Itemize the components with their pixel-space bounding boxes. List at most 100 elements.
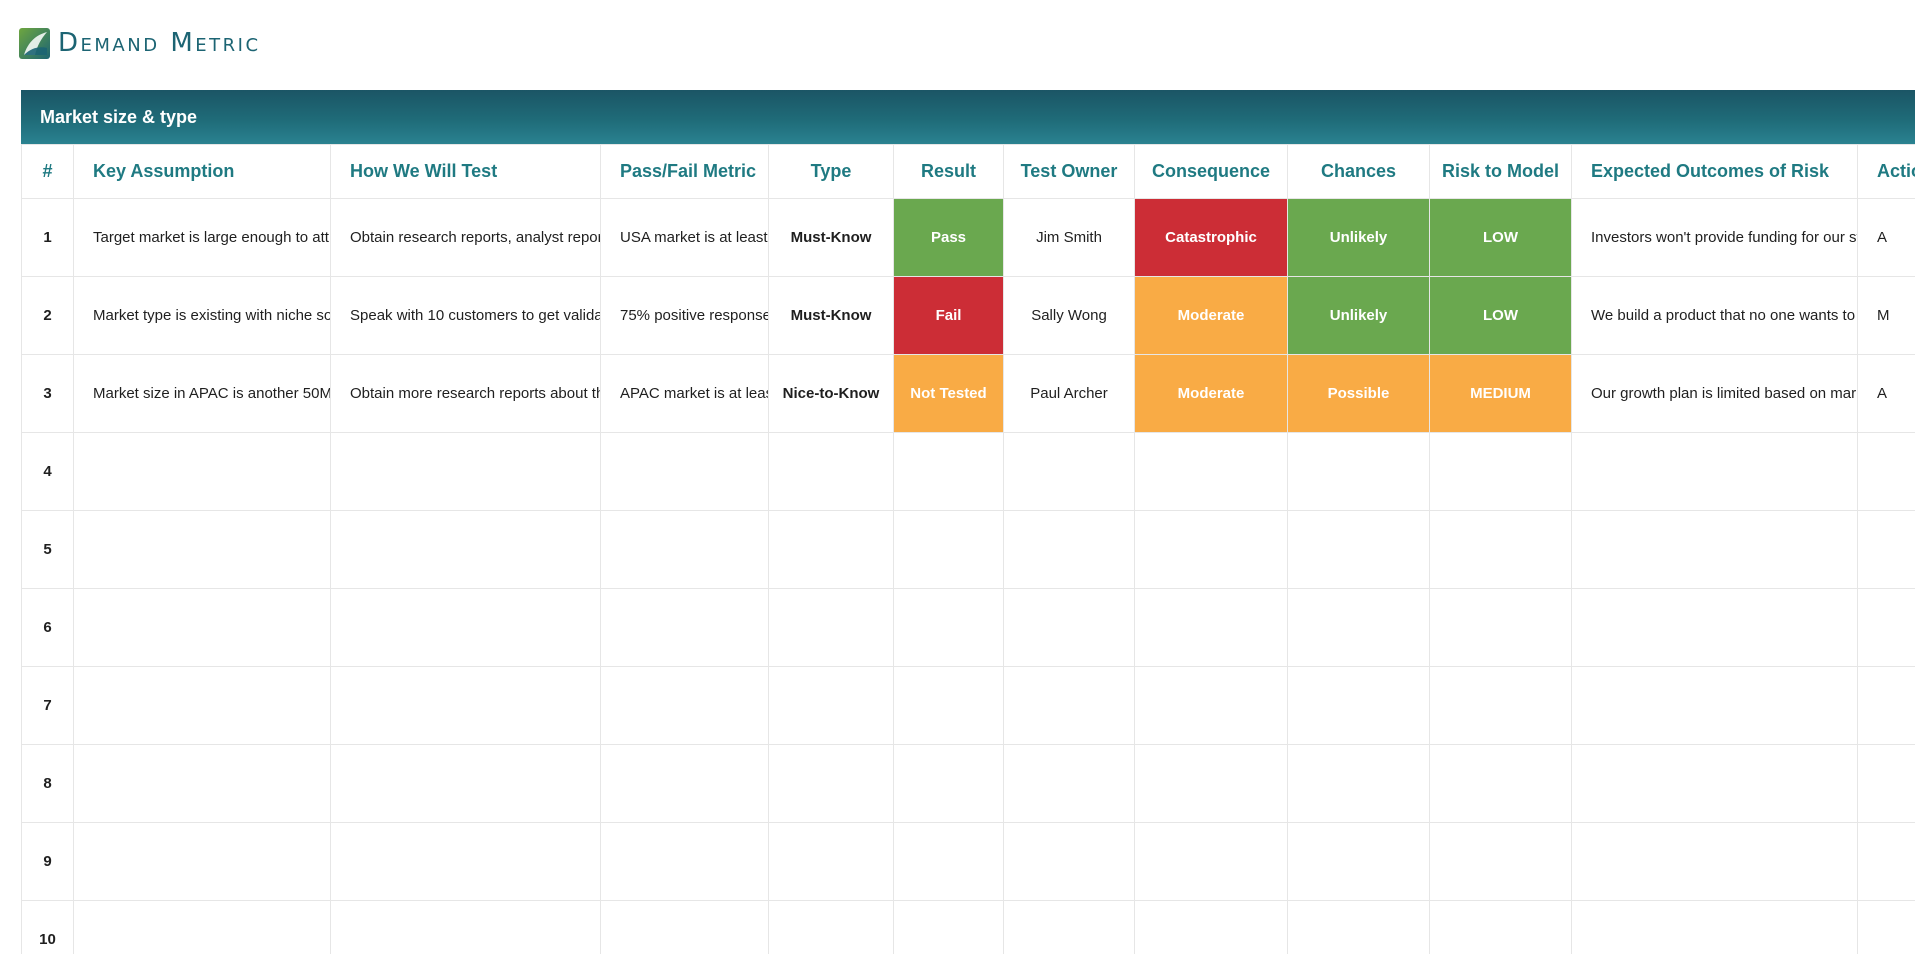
empty-cell[interactable] (768, 900, 894, 954)
empty-cell[interactable] (1003, 588, 1135, 667)
empty-cell[interactable] (1857, 666, 1915, 745)
empty-cell[interactable] (73, 744, 331, 823)
empty-cell[interactable] (330, 510, 601, 589)
test-owner-cell[interactable]: Paul Archer (1003, 354, 1135, 433)
consequence-badge-cell[interactable]: Moderate (1134, 276, 1288, 355)
empty-cell[interactable] (1003, 666, 1135, 745)
empty-cell[interactable] (893, 822, 1004, 901)
expected-outcomes-cell[interactable]: Our growth plan is limited based on mark… (1571, 354, 1858, 433)
empty-cell[interactable] (768, 588, 894, 667)
empty-cell[interactable] (1429, 432, 1572, 511)
empty-cell[interactable] (1571, 510, 1858, 589)
row-number-cell[interactable]: 1 (21, 198, 74, 277)
result-badge-cell[interactable]: Pass (893, 198, 1004, 277)
empty-cell[interactable] (1571, 666, 1858, 745)
empty-cell[interactable] (1857, 588, 1915, 667)
empty-cell[interactable] (330, 666, 601, 745)
how-we-will-test-cell[interactable]: Obtain more research reports about the l… (330, 354, 601, 433)
empty-cell[interactable] (893, 510, 1004, 589)
empty-cell[interactable] (1571, 900, 1858, 954)
empty-cell[interactable] (1429, 666, 1572, 745)
empty-cell[interactable] (768, 510, 894, 589)
column-header-test-owner[interactable]: Test Owner (1003, 144, 1135, 199)
empty-cell[interactable] (600, 744, 769, 823)
column-header-consequence[interactable]: Consequence (1134, 144, 1288, 199)
empty-cell[interactable] (1134, 744, 1288, 823)
empty-cell[interactable] (1287, 666, 1430, 745)
actions-cell[interactable]: M (1857, 276, 1915, 355)
actions-cell[interactable]: A (1857, 354, 1915, 433)
type-cell[interactable]: Must-Know (768, 276, 894, 355)
row-number-cell[interactable]: 5 (21, 510, 74, 589)
type-cell[interactable]: Must-Know (768, 198, 894, 277)
empty-cell[interactable] (1857, 900, 1915, 954)
empty-cell[interactable] (1571, 822, 1858, 901)
column-header-result[interactable]: Result (893, 144, 1004, 199)
empty-cell[interactable] (768, 744, 894, 823)
empty-cell[interactable] (1287, 900, 1430, 954)
empty-cell[interactable] (73, 900, 331, 954)
result-badge-cell[interactable]: Fail (893, 276, 1004, 355)
row-number-cell[interactable]: 2 (21, 276, 74, 355)
empty-cell[interactable] (1003, 900, 1135, 954)
column-header-expected-outcomes[interactable]: Expected Outcomes of Risk (1571, 144, 1858, 199)
risk-to-model-badge-cell[interactable]: MEDIUM (1429, 354, 1572, 433)
expected-outcomes-cell[interactable]: Investors won't provide funding for our … (1571, 198, 1858, 277)
empty-cell[interactable] (1003, 510, 1135, 589)
chances-badge-cell[interactable]: Unlikely (1287, 198, 1430, 277)
empty-cell[interactable] (1857, 432, 1915, 511)
pass-fail-metric-cell[interactable]: USA market is at least 100M per year (600, 198, 769, 277)
empty-cell[interactable] (1857, 510, 1915, 589)
empty-cell[interactable] (330, 822, 601, 901)
column-header-actions[interactable]: Actions (1857, 144, 1915, 199)
how-we-will-test-cell[interactable]: Obtain research reports, analyst reports… (330, 198, 601, 277)
empty-cell[interactable] (1287, 744, 1430, 823)
result-badge-cell[interactable]: Not Tested (893, 354, 1004, 433)
empty-cell[interactable] (73, 432, 331, 511)
expected-outcomes-cell[interactable]: We build a product that no one wants to … (1571, 276, 1858, 355)
risk-to-model-badge-cell[interactable]: LOW (1429, 198, 1572, 277)
empty-cell[interactable] (1287, 822, 1430, 901)
empty-cell[interactable] (600, 510, 769, 589)
empty-cell[interactable] (600, 588, 769, 667)
empty-cell[interactable] (600, 822, 769, 901)
test-owner-cell[interactable]: Jim Smith (1003, 198, 1135, 277)
how-we-will-test-cell[interactable]: Speak with 10 customers to get validatio… (330, 276, 601, 355)
column-header-how-we-will-test[interactable]: How We Will Test (330, 144, 601, 199)
row-number-cell[interactable]: 6 (21, 588, 74, 667)
column-header-number[interactable]: # (21, 144, 74, 199)
empty-cell[interactable] (1429, 744, 1572, 823)
empty-cell[interactable] (768, 822, 894, 901)
empty-cell[interactable] (600, 432, 769, 511)
empty-cell[interactable] (1571, 588, 1858, 667)
empty-cell[interactable] (73, 510, 331, 589)
row-number-cell[interactable]: 7 (21, 666, 74, 745)
empty-cell[interactable] (600, 666, 769, 745)
empty-cell[interactable] (1134, 588, 1288, 667)
column-header-pass-fail-metric[interactable]: Pass/Fail Metric (600, 144, 769, 199)
empty-cell[interactable] (330, 744, 601, 823)
column-header-type[interactable]: Type (768, 144, 894, 199)
empty-cell[interactable] (1134, 432, 1288, 511)
pass-fail-metric-cell[interactable]: APAC market is at least 50M per year (600, 354, 769, 433)
row-number-cell[interactable]: 9 (21, 822, 74, 901)
chances-badge-cell[interactable]: Unlikely (1287, 276, 1430, 355)
empty-cell[interactable] (1429, 588, 1572, 667)
key-assumption-cell[interactable]: Market type is existing with niche solut… (73, 276, 331, 355)
chances-badge-cell[interactable]: Possible (1287, 354, 1430, 433)
column-header-chances[interactable]: Chances (1287, 144, 1430, 199)
empty-cell[interactable] (1134, 666, 1288, 745)
pass-fail-metric-cell[interactable]: 75% positive response (600, 276, 769, 355)
empty-cell[interactable] (73, 822, 331, 901)
empty-cell[interactable] (1134, 510, 1288, 589)
key-assumption-cell[interactable]: Target market is large enough to attract… (73, 198, 331, 277)
empty-cell[interactable] (1003, 822, 1135, 901)
empty-cell[interactable] (1287, 510, 1430, 589)
empty-cell[interactable] (768, 666, 894, 745)
row-number-cell[interactable]: 4 (21, 432, 74, 511)
actions-cell[interactable]: A (1857, 198, 1915, 277)
row-number-cell[interactable]: 10 (21, 900, 74, 954)
empty-cell[interactable] (1287, 588, 1430, 667)
empty-cell[interactable] (1429, 900, 1572, 954)
row-number-cell[interactable]: 3 (21, 354, 74, 433)
